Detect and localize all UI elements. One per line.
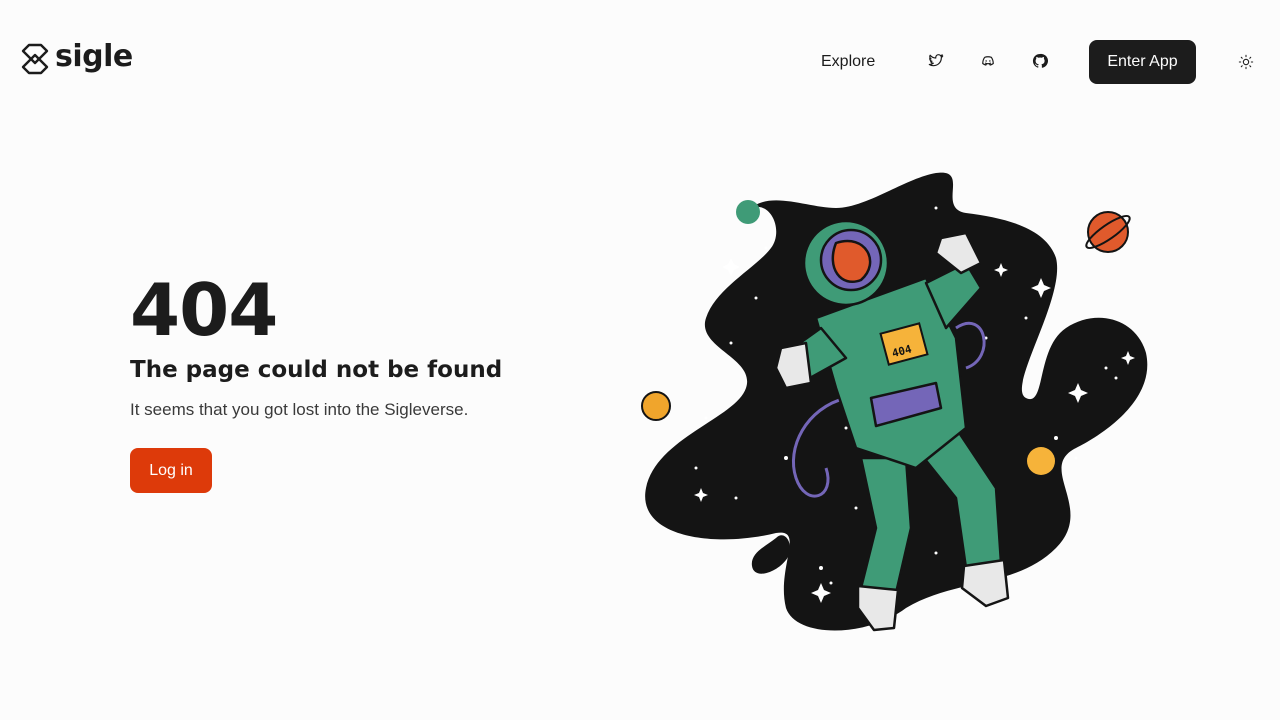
- login-button[interactable]: Log in: [130, 448, 212, 493]
- space-fragment: [751, 535, 791, 574]
- discord-icon[interactable]: [979, 52, 997, 70]
- error-description: It seems that you got lost into the Sigl…: [130, 400, 469, 419]
- nav-explore-link[interactable]: Explore: [821, 52, 875, 72]
- planet-ringed: [1085, 211, 1131, 253]
- sun-icon[interactable]: [1237, 53, 1255, 71]
- error-section: 404 The page could not be found It seems…: [130, 266, 550, 493]
- github-icon[interactable]: [1031, 52, 1049, 70]
- logo-link[interactable]: sigle: [19, 41, 133, 77]
- error-code: 404: [130, 268, 278, 352]
- planet-green: [736, 200, 760, 224]
- twitter-icon[interactable]: [927, 52, 945, 70]
- error-title: The page could not be found: [130, 357, 503, 383]
- brand-name: sigle: [55, 39, 133, 74]
- astronaut-illustration: 404: [641, 172, 1148, 632]
- sigle-logo-icon: [21, 43, 49, 75]
- planet-small-left: [641, 391, 671, 421]
- enter-app-button[interactable]: Enter App: [1089, 40, 1196, 84]
- planet-small-right: [1027, 447, 1055, 475]
